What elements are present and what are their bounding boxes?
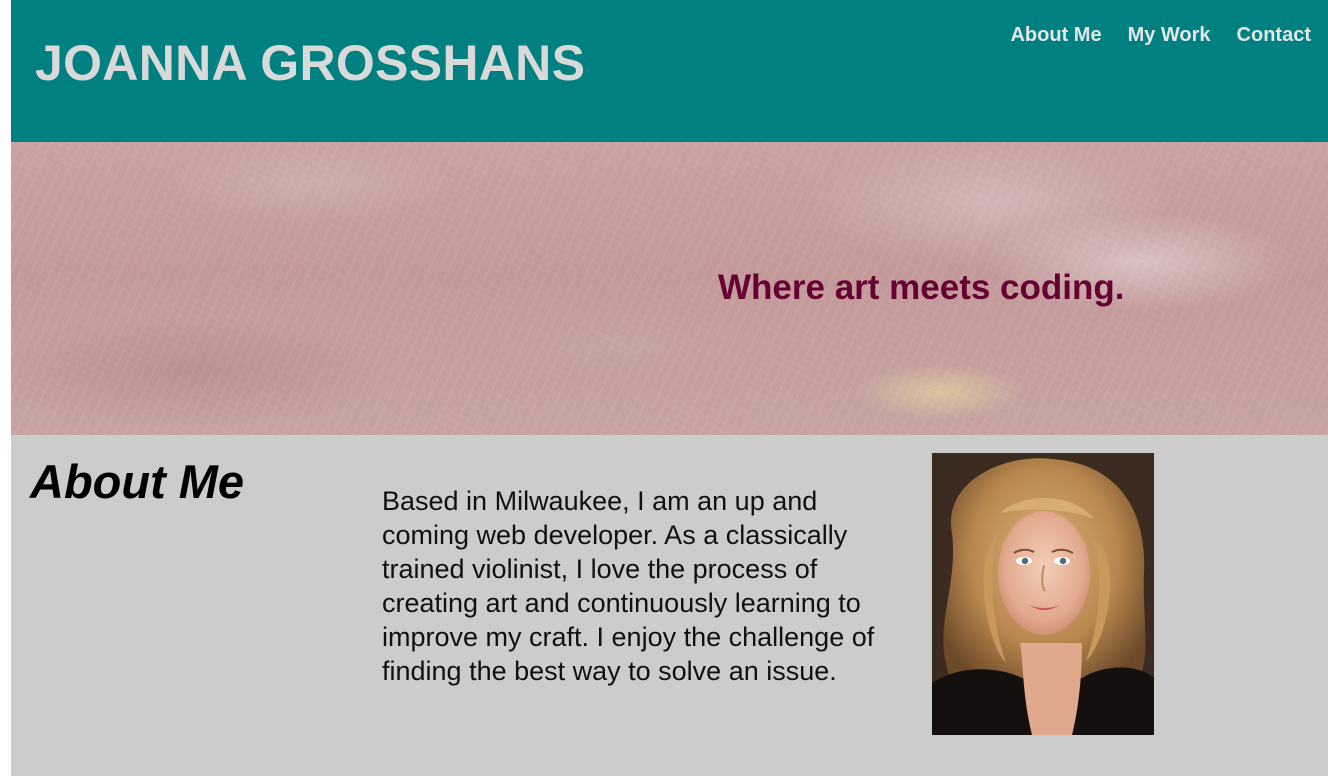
nav-link-contact[interactable]: Contact <box>1237 24 1311 47</box>
hero-banner: Where art meets coding. <box>11 142 1328 435</box>
site-title: JOANNA GROSSHANS <box>35 35 586 91</box>
hero-texture <box>11 142 1328 435</box>
about-heading: About Me <box>30 455 245 508</box>
profile-photo <box>932 453 1154 735</box>
hero-tagline: Where art meets coding. <box>718 268 1125 307</box>
profile-photo-illustration <box>932 453 1154 735</box>
main-nav: About Me My Work Contact <box>1010 24 1311 47</box>
nav-link-about-me[interactable]: About Me <box>1010 24 1101 47</box>
nav-link-my-work[interactable]: My Work <box>1128 24 1211 47</box>
site-header: JOANNA GROSSHANS About Me My Work Contac… <box>11 0 1328 142</box>
about-body-text: Based in Milwaukee, I am an up and comin… <box>382 486 875 686</box>
page: JOANNA GROSSHANS About Me My Work Contac… <box>11 0 1328 776</box>
